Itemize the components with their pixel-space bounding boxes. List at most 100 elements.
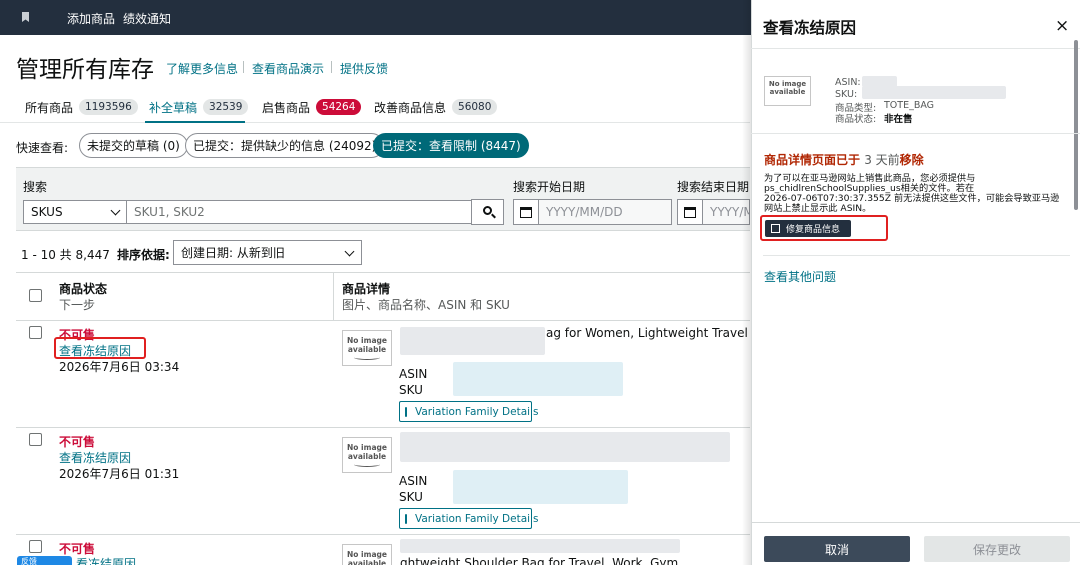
search-type-value: SKUS (31, 205, 63, 219)
end-date-calendar-button[interactable] (677, 199, 703, 225)
active-tab-indicator (145, 121, 245, 123)
product-title[interactable]: ghtweight Shoulder Bag for Travel, Work,… (400, 556, 678, 565)
nav-link-performance-notifications[interactable]: 绩效通知 (123, 10, 171, 27)
search-button[interactable] (471, 199, 504, 225)
row-checkbox[interactable] (29, 326, 42, 339)
row-checkbox[interactable] (29, 540, 42, 553)
sort-label: 排序依据: (117, 248, 170, 262)
tab-count-badge: 56080 (452, 99, 498, 115)
start-date-input[interactable]: YYYY/MM/DD (539, 199, 672, 225)
column-header-details: 商品详情 (342, 282, 391, 296)
variation-family-details-button[interactable]: Variation Family Details (399, 401, 538, 422)
row-divider (16, 427, 750, 428)
close-icon[interactable]: × (1055, 16, 1069, 36)
button-label: Variation Family Details (415, 512, 539, 525)
panel-scrollbar[interactable] (1074, 40, 1078, 210)
calendar-icon (684, 207, 696, 218)
tab-count-badge: 54264 (316, 99, 362, 115)
search-icon-handle (491, 213, 496, 219)
chevron-down-icon (344, 246, 355, 257)
no-image-text: available (347, 345, 387, 354)
removal-description-line: 网站上禁止显示此 ASIN。 (764, 203, 872, 214)
search-type-select[interactable]: SKUS (23, 200, 127, 224)
select-all-checkbox[interactable] (29, 289, 42, 302)
calendar-icon (520, 207, 532, 218)
sku-label: SKU (399, 490, 423, 504)
sku-search-input[interactable]: SKU1, SKU2 (127, 200, 472, 224)
no-image-text: available (347, 559, 387, 565)
no-image-text: No image (347, 336, 387, 345)
redacted-title (400, 539, 680, 553)
variation-icon (405, 513, 407, 524)
tab-complete-drafts[interactable]: 补全草稿 32539 (149, 96, 249, 118)
fix-listing-button[interactable]: 修复商品信息 (765, 220, 851, 237)
sort-select[interactable]: 创建日期: 从新到旧 (173, 240, 362, 265)
start-date-calendar-button[interactable] (513, 199, 539, 225)
asin-label: ASIN (399, 474, 428, 488)
redacted-asin-sku (453, 362, 623, 396)
bookmark-icon[interactable] (22, 12, 29, 22)
product-image-placeholder: No image available (342, 437, 392, 473)
start-date-label: 搜索开始日期 (513, 180, 586, 194)
heading-part: 商品详情页面已于 (764, 153, 861, 167)
edit-icon (771, 224, 780, 233)
tab-label: 启售商品 (262, 100, 311, 115)
column-divider (333, 272, 334, 321)
panel-status-label: 商品状态: (835, 114, 877, 125)
nav-link-add-product[interactable]: 添加商品 (67, 10, 115, 27)
button-label: 修复商品信息 (786, 225, 841, 235)
panel-type-value: TOTE_BAG (884, 100, 935, 111)
tab-all-products[interactable]: 所有商品 1193596 (25, 96, 138, 118)
filter-pill-view-restrictions[interactable]: 已提交：查看限制 (8447) (373, 133, 529, 158)
panel-footer-divider (751, 522, 1080, 523)
filter-pill-missing-info[interactable]: 已提交：提供缺少的信息 (24092) (185, 133, 385, 158)
search-label: 搜索 (23, 180, 48, 194)
learn-more-link[interactable]: 了解更多信息 (166, 60, 238, 77)
no-image-text: No image (347, 550, 387, 559)
heading-time: 3 天前 (864, 153, 900, 167)
page-title: 管理所有库存 (16, 57, 154, 83)
column-subheader-details: 图片、商品名称、ASIN 和 SKU (342, 298, 510, 312)
tab-improve-listings[interactable]: 改善商品信息 56080 (374, 96, 498, 118)
chevron-down-icon (110, 205, 121, 216)
feedback-tab[interactable]: 反馈 (17, 556, 72, 565)
button-label: Variation Family Details (415, 405, 539, 418)
product-demo-link[interactable]: 查看商品演示 (252, 60, 324, 77)
amazon-smile-icon (354, 355, 380, 360)
row-divider (16, 534, 750, 535)
heading-part: 移除 (899, 153, 924, 167)
tab-count-badge: 32539 (203, 99, 249, 115)
product-title[interactable]: ag for Women, Lightweight Travel (546, 326, 748, 340)
view-freeze-reason-link[interactable]: 查看冻结原因 (59, 449, 131, 466)
tab-label: 所有商品 (25, 100, 74, 115)
sort-value: 创建日期: 从新到旧 (181, 246, 285, 260)
view-freeze-reason-link[interactable]: 看冻结原因 (76, 555, 136, 565)
tab-label: 改善商品信息 (374, 100, 447, 115)
tab-count-badge: 1193596 (79, 99, 138, 115)
no-image-text: available (347, 452, 387, 461)
panel-divider (763, 255, 1070, 256)
asin-label: ASIN (399, 367, 428, 381)
sku-label: SKU (399, 383, 423, 397)
end-date-label: 搜索结束日期 (677, 180, 750, 194)
panel-title: 查看冻结原因 (763, 19, 857, 37)
tab-active-listings[interactable]: 启售商品 54264 (262, 96, 362, 118)
link-divider (243, 61, 244, 73)
no-image-text: No image (347, 443, 387, 452)
feedback-link[interactable]: 提供反馈 (340, 60, 388, 77)
row-date: 2026年7月6日 03:34 (59, 360, 180, 374)
cancel-button[interactable]: 取消 (764, 536, 910, 562)
row-checkbox[interactable] (29, 433, 42, 446)
column-subheader-next-step: 下一步 (59, 298, 96, 312)
view-other-issues-link[interactable]: 查看其他问题 (764, 268, 836, 285)
removal-notice-heading: 商品详情页面已于 3 天前移除 (764, 151, 924, 168)
panel-header-divider (751, 48, 1080, 49)
variation-family-details-button[interactable]: Variation Family Details (399, 508, 538, 529)
filter-pill-unsubmitted-drafts[interactable]: 未提交的草稿 (0) (79, 133, 188, 158)
product-image-placeholder: No image available (342, 330, 392, 366)
row-date: 2026年7月6日 01:31 (59, 467, 180, 481)
column-header-status: 商品状态 (59, 282, 108, 296)
panel-sku-label: SKU: (835, 89, 858, 100)
highlight-box (54, 337, 146, 359)
save-changes-button[interactable]: 保存更改 (924, 536, 1070, 562)
